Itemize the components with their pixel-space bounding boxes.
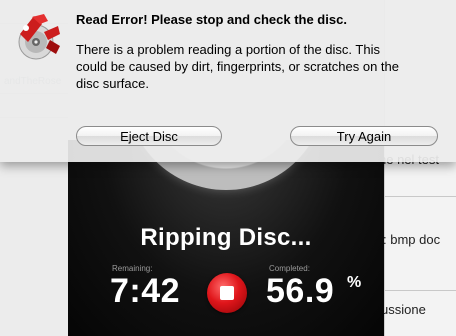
background-text: : bmp doc [383, 232, 441, 247]
ripping-status: Ripping Disc... [140, 224, 312, 251]
alert-message: There is a problem reading a portion of … [76, 41, 446, 92]
percent-sign: % [347, 274, 362, 291]
ripping-panel: Ripping Disc... Remaining: 7:42 Complete… [68, 140, 384, 336]
divider [385, 290, 456, 291]
disc-ripper-app-icon [18, 14, 60, 60]
alert-message-line: There is a problem reading a portion of … [76, 42, 380, 57]
stop-icon [220, 286, 234, 300]
completed-percent: 56.9 [266, 272, 335, 310]
alert-title: Read Error! Please stop and check the di… [76, 12, 347, 27]
eject-disc-button[interactable]: Eject Disc [76, 126, 222, 146]
stop-button[interactable] [207, 273, 247, 313]
remaining-time: 7:42 [110, 272, 181, 310]
alert-message-line: could be caused by dirt, fingerprints, o… [76, 59, 400, 74]
try-again-button[interactable]: Try Again [290, 126, 438, 146]
read-error-alert: Read Error! Please stop and check the di… [0, 0, 456, 162]
divider [385, 196, 456, 197]
background-text: ussione [381, 302, 426, 317]
alert-message-line: disc surface. [76, 76, 149, 91]
